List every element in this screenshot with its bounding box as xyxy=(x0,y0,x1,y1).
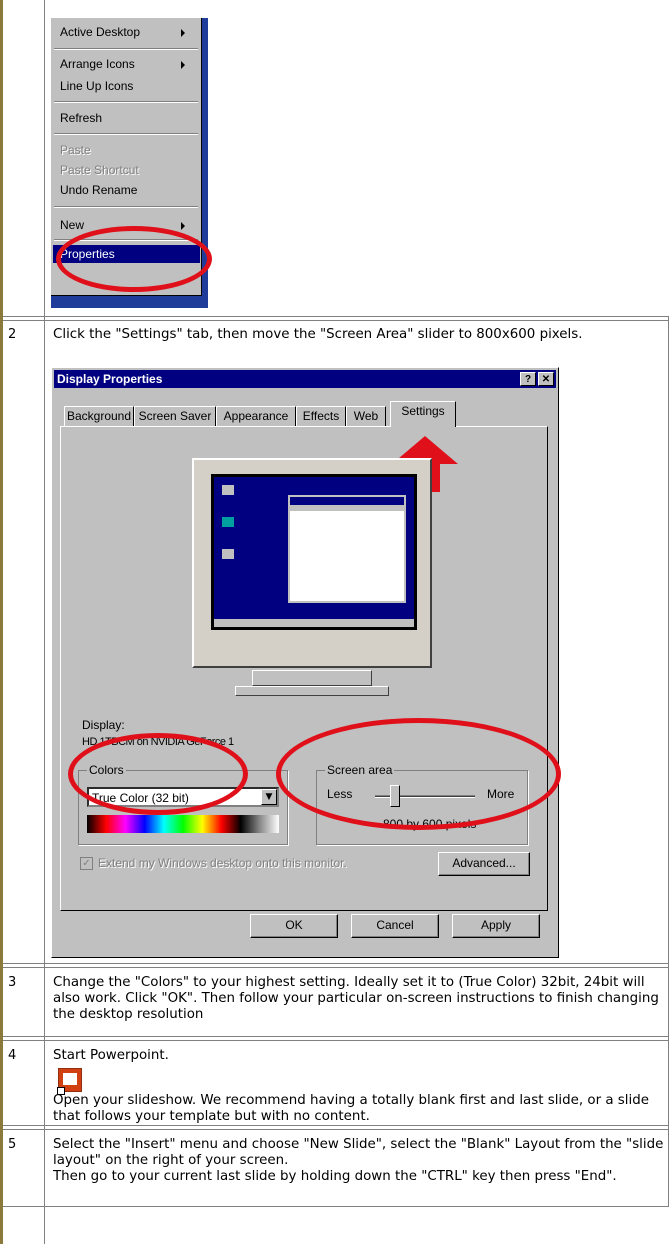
highlight-circle xyxy=(68,733,248,815)
tab-appearance[interactable]: Appearance xyxy=(216,406,296,426)
extend-label: Extend my Windows desktop onto this moni… xyxy=(98,856,347,870)
tab-settings[interactable]: Settings xyxy=(390,401,456,427)
step-number: 2 xyxy=(8,327,17,342)
menu-item-active-desktop[interactable]: Active Desktop xyxy=(60,25,193,39)
tab-web[interactable]: Web xyxy=(346,406,386,426)
monitor-screen xyxy=(211,474,417,630)
highlight-circle xyxy=(276,718,561,830)
menu-separator xyxy=(54,101,198,103)
my-computer-icon xyxy=(222,485,234,495)
tab-background[interactable]: Background xyxy=(64,406,134,426)
monitor-preview xyxy=(192,458,432,668)
menu-item-arrange-icons[interactable]: Arrange Icons xyxy=(60,57,193,71)
tab-screen-saver[interactable]: Screen Saver xyxy=(134,406,216,426)
cancel-button[interactable]: Cancel xyxy=(351,914,439,938)
row-divider xyxy=(3,1129,669,1130)
step-text: Select the "Insert" menu and choose "New… xyxy=(53,1137,664,1168)
row-divider xyxy=(3,1036,669,1037)
column-divider xyxy=(44,0,45,1244)
step-text: Click the "Settings" tab, then move the … xyxy=(53,327,583,342)
table-right-border xyxy=(668,316,669,1206)
row-divider xyxy=(3,967,669,968)
submenu-arrow-icon xyxy=(181,222,185,230)
apply-button[interactable]: Apply xyxy=(452,914,540,938)
step-text: Then go to your current last slide by ho… xyxy=(53,1169,617,1184)
row-divider xyxy=(3,1040,669,1041)
powerpoint-icon[interactable] xyxy=(57,1068,82,1095)
ok-button[interactable]: OK xyxy=(250,914,338,938)
submenu-arrow-icon xyxy=(181,29,185,37)
color-spectrum xyxy=(87,815,279,833)
dialog-titlebar: Display Properties ? ✕ xyxy=(54,370,556,388)
dropdown-arrow-icon[interactable]: ▼ xyxy=(261,789,277,805)
menu-separator xyxy=(54,48,198,50)
help-button[interactable]: ? xyxy=(520,372,536,386)
desktop-preview xyxy=(214,477,414,627)
menu-item-refresh[interactable]: Refresh xyxy=(60,111,102,125)
dialog-title: Display Properties xyxy=(57,372,163,386)
menu-separator xyxy=(54,133,198,135)
menu-separator xyxy=(54,206,198,208)
step-number: 5 xyxy=(8,1137,17,1152)
close-button[interactable]: ✕ xyxy=(538,372,554,386)
extend-checkbox: ✓ xyxy=(80,857,93,870)
menu-item-paste-shortcut: Paste Shortcut xyxy=(60,163,139,177)
recycle-bin-icon xyxy=(222,549,234,559)
taskbar-preview xyxy=(214,619,414,627)
submenu-arrow-icon xyxy=(181,61,185,69)
step-text: Start Powerpoint. xyxy=(53,1048,169,1063)
step-number: 3 xyxy=(8,975,17,990)
tab-effects[interactable]: Effects xyxy=(296,406,346,426)
advanced-button[interactable]: Advanced... xyxy=(438,852,530,876)
display-properties-dialog: Display Properties ? ✕ Background Screen… xyxy=(51,367,559,958)
monitor-stand xyxy=(252,670,372,686)
display-label: Display: xyxy=(82,718,125,732)
network-icon xyxy=(222,517,234,527)
step-text: Open your slideshow. We recommend having… xyxy=(53,1093,649,1124)
menu-item-line-up-icons[interactable]: Line Up Icons xyxy=(60,79,133,93)
row-divider xyxy=(3,1125,669,1126)
menu-item-paste: Paste xyxy=(60,143,91,157)
highlight-circle xyxy=(56,226,212,292)
row-divider xyxy=(3,320,669,321)
monitor-base xyxy=(235,686,389,696)
explorer-window-preview xyxy=(288,495,406,603)
row-divider xyxy=(3,316,669,317)
step-number: 4 xyxy=(8,1048,17,1063)
row-divider xyxy=(3,1206,669,1207)
table-left-border xyxy=(0,0,3,1244)
menu-item-undo-rename[interactable]: Undo Rename xyxy=(60,183,137,197)
row-divider xyxy=(3,963,669,964)
step-text: Change the "Colors" to your highest sett… xyxy=(53,975,659,1022)
